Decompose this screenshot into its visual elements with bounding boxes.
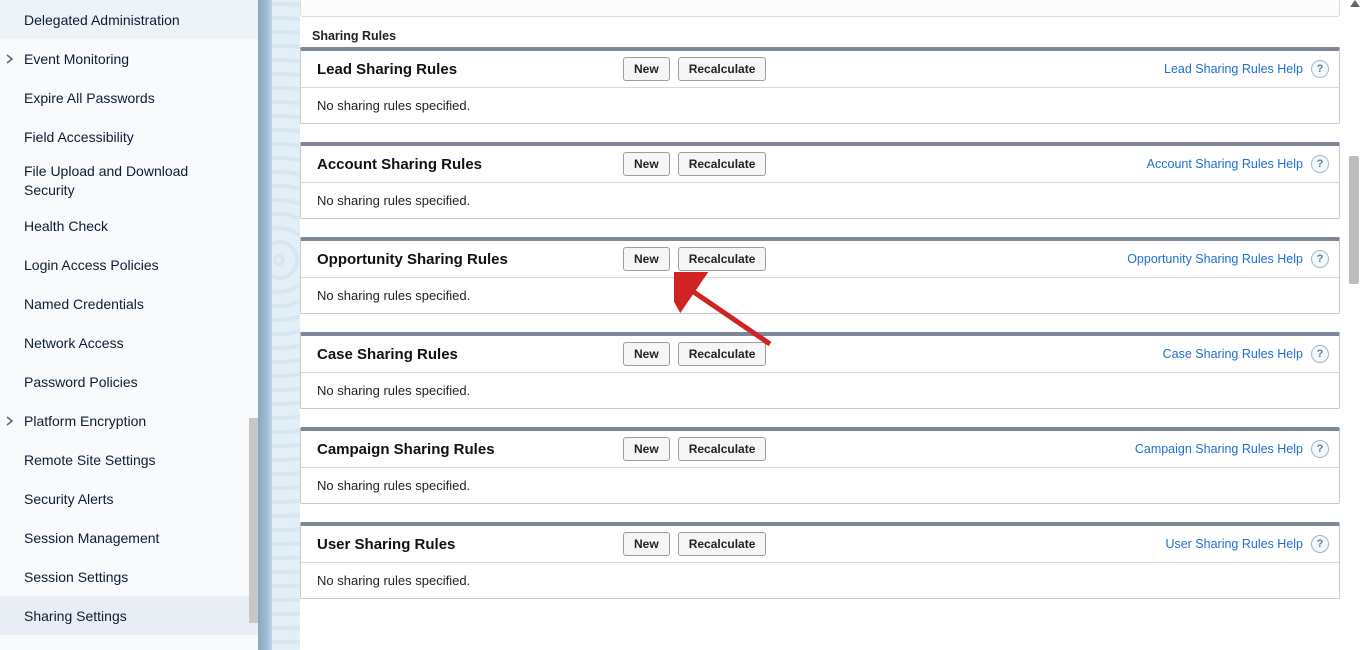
sidebar-item-file-upload-security[interactable]: File Upload and Download Security xyxy=(0,156,258,206)
empty-message: No sharing rules specified. xyxy=(301,278,1339,313)
sidebar-item-password-policies[interactable]: Password Policies xyxy=(0,362,258,401)
account-sharing-rules-block: Account Sharing Rules New Recalculate Ac… xyxy=(300,142,1340,219)
sidebar-item-label: Password Policies xyxy=(24,374,138,390)
setup-sidebar: Delegated Administration Event Monitorin… xyxy=(0,0,258,650)
sidebar-item-label: Field Accessibility xyxy=(24,129,134,145)
new-button[interactable]: New xyxy=(623,152,670,176)
user-sharing-rules-block: User Sharing Rules New Recalculate User … xyxy=(300,522,1340,599)
sidebar-item-named-credentials[interactable]: Named Credentials xyxy=(0,284,258,323)
case-sharing-rules-block: Case Sharing Rules New Recalculate Case … xyxy=(300,332,1340,409)
lead-sharing-rules-block: Lead Sharing Rules New Recalculate Lead … xyxy=(300,47,1340,124)
recalculate-button[interactable]: Recalculate xyxy=(678,437,767,461)
recalculate-button[interactable]: Recalculate xyxy=(678,342,767,366)
sidebar-scrollbar-thumb[interactable] xyxy=(249,418,258,623)
help-link[interactable]: Case Sharing Rules Help xyxy=(1163,347,1303,361)
sidebar-item-network-access[interactable]: Network Access xyxy=(0,323,258,362)
decorative-gutter xyxy=(258,0,300,650)
chevron-right-icon xyxy=(6,54,18,64)
sidebar-item-platform-encryption[interactable]: Platform Encryption xyxy=(0,401,258,440)
sidebar-item-label: File Upload and Download Security xyxy=(24,162,224,200)
sidebar-item-label: Login Access Policies xyxy=(24,257,159,273)
empty-message: No sharing rules specified. xyxy=(301,88,1339,123)
help-icon[interactable]: ? xyxy=(1311,60,1329,78)
recalculate-button[interactable]: Recalculate xyxy=(678,247,767,271)
help-icon[interactable]: ? xyxy=(1311,535,1329,553)
new-button[interactable]: New xyxy=(623,532,670,556)
sidebar-item-session-settings[interactable]: Session Settings xyxy=(0,557,258,596)
sidebar-item-label: Network Access xyxy=(24,335,124,351)
new-button[interactable]: New xyxy=(623,342,670,366)
recalculate-button[interactable]: Recalculate xyxy=(678,57,767,81)
previous-section-bottom xyxy=(300,0,1340,17)
sidebar-item-label: Session Management xyxy=(24,530,159,546)
help-link[interactable]: Lead Sharing Rules Help xyxy=(1164,62,1303,76)
main-content: Sharing Rules Lead Sharing Rules New Rec… xyxy=(300,0,1340,650)
help-link[interactable]: User Sharing Rules Help xyxy=(1165,537,1303,551)
sidebar-item-session-management[interactable]: Session Management xyxy=(0,518,258,557)
scrollbar-thumb[interactable] xyxy=(1349,156,1359,284)
scroll-up-icon[interactable] xyxy=(1350,0,1360,7)
new-button[interactable]: New xyxy=(623,247,670,271)
block-title: Lead Sharing Rules xyxy=(301,61,617,78)
help-icon[interactable]: ? xyxy=(1311,155,1329,173)
sidebar-item-label: Named Credentials xyxy=(24,296,144,312)
block-title: Account Sharing Rules xyxy=(301,156,617,173)
sidebar-item-health-check[interactable]: Health Check xyxy=(0,206,258,245)
sidebar-item-label: Expire All Passwords xyxy=(24,90,155,106)
help-link[interactable]: Campaign Sharing Rules Help xyxy=(1135,442,1303,456)
sidebar-item-label: Sharing Settings xyxy=(24,608,127,624)
sidebar-item-field-accessibility[interactable]: Field Accessibility xyxy=(0,117,258,156)
sidebar-item-remote-site-settings[interactable]: Remote Site Settings xyxy=(0,440,258,479)
help-link[interactable]: Opportunity Sharing Rules Help xyxy=(1127,252,1303,266)
block-title: Campaign Sharing Rules xyxy=(301,441,617,458)
sharing-rules-heading: Sharing Rules xyxy=(312,29,1340,43)
sidebar-item-label: Event Monitoring xyxy=(24,51,129,67)
sidebar-item-delegated-administration[interactable]: Delegated Administration xyxy=(0,0,258,39)
sidebar-item-expire-all-passwords[interactable]: Expire All Passwords xyxy=(0,78,258,117)
chevron-right-icon xyxy=(6,416,18,426)
block-title: Case Sharing Rules xyxy=(301,346,617,363)
recalculate-button[interactable]: Recalculate xyxy=(678,532,767,556)
help-icon[interactable]: ? xyxy=(1311,440,1329,458)
sidebar-item-label: Platform Encryption xyxy=(24,413,146,429)
help-icon[interactable]: ? xyxy=(1311,345,1329,363)
sidebar-item-label: Delegated Administration xyxy=(24,12,180,28)
empty-message: No sharing rules specified. xyxy=(301,563,1339,598)
sidebar-item-label: Health Check xyxy=(24,218,108,234)
empty-message: No sharing rules specified. xyxy=(301,468,1339,503)
new-button[interactable]: New xyxy=(623,437,670,461)
opportunity-sharing-rules-block: Opportunity Sharing Rules New Recalculat… xyxy=(300,237,1340,314)
sidebar-item-label: Security Alerts xyxy=(24,491,113,507)
block-title: Opportunity Sharing Rules xyxy=(301,251,617,268)
help-link[interactable]: Account Sharing Rules Help xyxy=(1147,157,1303,171)
campaign-sharing-rules-block: Campaign Sharing Rules New Recalculate C… xyxy=(300,427,1340,504)
empty-message: No sharing rules specified. xyxy=(301,183,1339,218)
sidebar-item-security-alerts[interactable]: Security Alerts xyxy=(0,479,258,518)
new-button[interactable]: New xyxy=(623,57,670,81)
empty-message: No sharing rules specified. xyxy=(301,373,1339,408)
page-scrollbar[interactable] xyxy=(1346,0,1362,650)
sidebar-item-label: Remote Site Settings xyxy=(24,452,156,468)
sidebar-item-event-monitoring[interactable]: Event Monitoring xyxy=(0,39,258,78)
help-icon[interactable]: ? xyxy=(1311,250,1329,268)
sidebar-item-sharing-settings[interactable]: Sharing Settings xyxy=(0,596,258,635)
sidebar-item-login-access-policies[interactable]: Login Access Policies xyxy=(0,245,258,284)
sidebar-item-label: Session Settings xyxy=(24,569,128,585)
recalculate-button[interactable]: Recalculate xyxy=(678,152,767,176)
block-title: User Sharing Rules xyxy=(301,536,617,553)
